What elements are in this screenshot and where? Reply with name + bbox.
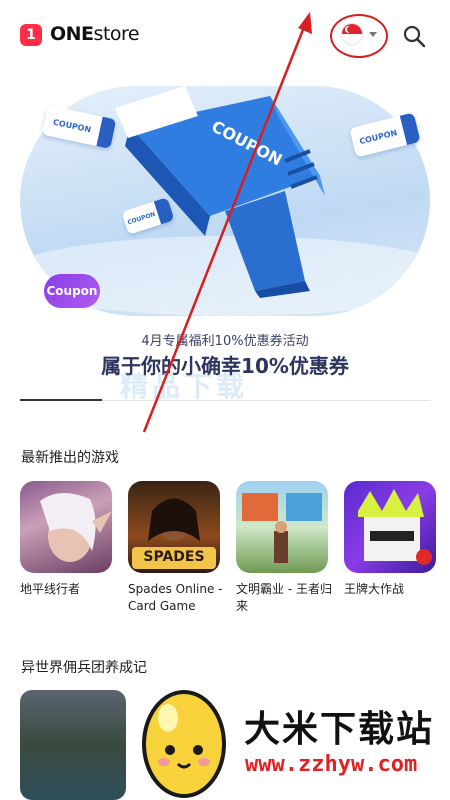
game-card[interactable]: 文明霸业 - 王者归来	[236, 481, 332, 615]
game-card[interactable]: 王牌大作战	[344, 481, 436, 598]
watermark-text: 精品下载	[120, 370, 249, 403]
carousel-indicator-active	[20, 399, 102, 401]
country-selector-button[interactable]	[330, 14, 388, 58]
site-name: 大米下载站	[244, 709, 435, 750]
game-thumbnail-partial[interactable]	[20, 690, 126, 800]
promo-subtitle: 4月专属福利10%优惠券活动	[141, 334, 309, 349]
site-url: www.zzhyw.com	[245, 752, 418, 777]
promo-banner[interactable]: COUPON COUPON COUPON COUPON Coupon	[20, 86, 430, 316]
game-thumbnail	[236, 481, 328, 573]
spades-label: SPADES	[143, 549, 205, 565]
game-card[interactable]: 地平线行者	[20, 481, 112, 598]
game-thumbnail: SPADES	[128, 481, 220, 573]
onestore-logo-icon: 1	[20, 24, 42, 46]
game-title: 文明霸业 - 王者归来	[236, 582, 332, 613]
search-icon	[403, 25, 426, 48]
site-watermark-banner: 大米下载站 www.zzhyw.com	[126, 678, 450, 800]
section-title-second[interactable]: 异世界佣兵团养成记	[21, 657, 147, 677]
annotation-circle	[330, 14, 388, 58]
search-button[interactable]	[402, 24, 426, 48]
game-thumbnail	[344, 481, 436, 573]
coupon-badge: Coupon	[44, 274, 100, 308]
logo-text-light: store	[93, 23, 140, 45]
game-title: 王牌大作战	[344, 582, 405, 596]
app-header: 1 ONEstore	[0, 0, 450, 72]
game-title: 地平线行者	[20, 582, 81, 596]
game-title: Spades Online - Card Game	[128, 582, 223, 613]
egg-mascot-icon	[142, 690, 226, 798]
game-card[interactable]: SPADES Spades Online - Card Game	[128, 481, 223, 615]
onestore-logo[interactable]: ONEstore	[50, 23, 140, 45]
logo-text-bold: ONE	[50, 23, 94, 45]
game-thumbnail	[20, 481, 112, 573]
game-carousel: 地平线行者 SPADES Spades Online - Card Game 文…	[20, 481, 440, 621]
section-title-new-games[interactable]: 最新推出的游戏	[21, 447, 119, 467]
